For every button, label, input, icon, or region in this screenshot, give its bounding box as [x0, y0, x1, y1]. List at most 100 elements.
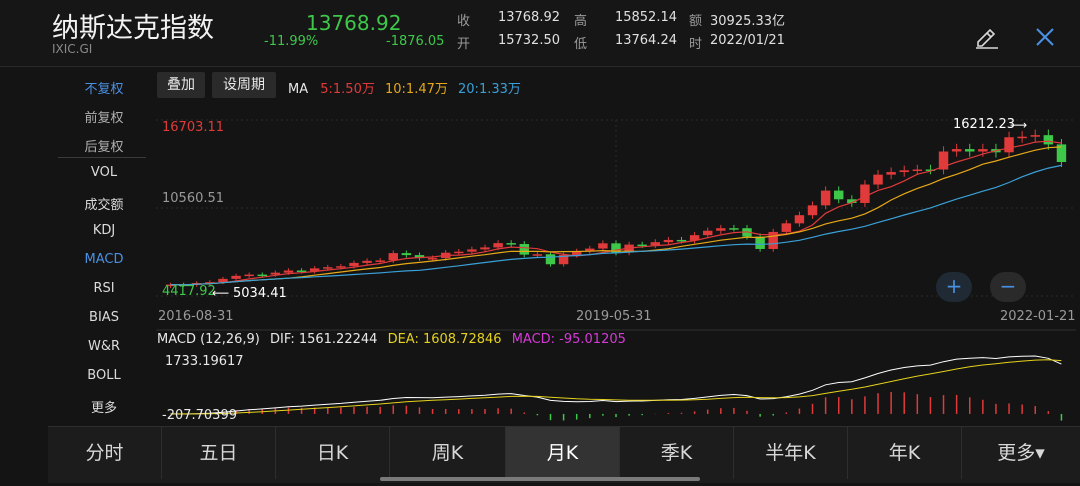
kline-chart[interactable] — [156, 108, 1076, 428]
tab-more[interactable]: 更多▾ — [962, 427, 1080, 479]
candle-body — [794, 215, 805, 224]
side-macd[interactable]: MACD — [58, 252, 150, 267]
candle-body — [1004, 137, 1014, 153]
tab-month-k[interactable]: 月K — [506, 427, 620, 479]
index-code: IXIC.GI — [52, 42, 93, 56]
candle-body — [493, 243, 503, 248]
change-percent: -11.99% — [264, 34, 319, 49]
candle-body — [401, 253, 412, 256]
macd-min-label: -207.70399 — [162, 408, 237, 423]
candlesticks — [165, 129, 1067, 288]
candle-body — [807, 205, 818, 216]
overlay-button[interactable]: 叠加 — [157, 72, 205, 98]
candle-body — [257, 274, 267, 277]
side-bias[interactable]: BIAS — [58, 310, 150, 325]
dif-line — [170, 355, 1062, 415]
candle-body — [323, 267, 333, 269]
candle-body — [480, 247, 490, 250]
period-tab-bar: 分时 五日 日K 周K 月K 季K 半年K 年K 更多▾ — [48, 426, 1080, 483]
stat-time-label: 时 — [689, 37, 703, 52]
x-label-start: 2016-08-31 — [158, 309, 234, 324]
ma-label: MA — [288, 82, 309, 97]
candle-body — [965, 149, 975, 152]
candle-body — [873, 174, 883, 185]
candle-body — [231, 275, 241, 279]
chart-grid — [156, 119, 1076, 331]
ma5-value: 5:1.50万 — [320, 82, 375, 97]
side-more[interactable]: 更多 — [58, 397, 150, 416]
candle-body — [637, 244, 647, 247]
tab-year-k[interactable]: 年K — [848, 427, 962, 479]
macd-dea: DEA: 1608.72846 — [387, 332, 502, 347]
side-turnover[interactable]: 成交额 — [58, 194, 150, 213]
candle-body — [781, 223, 792, 232]
ma10-value: 10:1.47万 — [385, 82, 448, 97]
side-no-adjust[interactable]: 不复权 — [58, 78, 150, 97]
ma-legend: MA 5:1.50万 10:1.47万 20:1.33万 — [288, 78, 521, 97]
candle-body — [467, 249, 477, 252]
current-price: 13768.92 — [306, 11, 402, 35]
stat-open-value: 15732.50 — [497, 33, 560, 48]
macd-title: MACD (12,26,9) — [157, 332, 260, 347]
side-backward-adjust[interactable]: 后复权 — [58, 136, 150, 155]
tab-week-k[interactable]: 周K — [390, 427, 506, 479]
home-indicator — [380, 477, 700, 481]
side-rsi[interactable]: RSI — [58, 281, 150, 296]
candle-body — [296, 270, 307, 272]
change-value: -1876.05 — [386, 34, 445, 49]
stat-time-value: 2022/01/21 — [710, 33, 785, 48]
candle-body — [598, 243, 608, 249]
side-boll[interactable]: BOLL — [58, 368, 150, 383]
y-mid-label: 10560.51 — [162, 191, 225, 206]
side-divider — [58, 157, 146, 158]
low-arrow-icon: ⟵ — [212, 286, 230, 300]
candle-body — [676, 239, 687, 242]
candle-body — [1030, 135, 1040, 137]
macd-value: MACD: -95.01205 — [511, 332, 626, 347]
side-forward-adjust[interactable]: 前复权 — [58, 107, 150, 126]
tab-timeshare[interactable]: 分时 — [48, 427, 162, 479]
tab-five-day[interactable]: 五日 — [162, 427, 276, 479]
candle-body — [820, 190, 831, 206]
y-max-label: 16703.11 — [162, 120, 225, 135]
side-vol[interactable]: VOL — [58, 165, 150, 180]
stat-amount-label: 额 — [689, 14, 703, 29]
candle-body — [729, 228, 739, 230]
candle-body — [860, 184, 870, 203]
tab-day-k[interactable]: 日K — [276, 427, 390, 479]
candle-body — [702, 230, 713, 236]
set-period-button[interactable]: 设周期 — [212, 72, 276, 98]
stat-high-value: 15852.14 — [614, 10, 677, 25]
side-wr[interactable]: W&R — [58, 339, 150, 354]
candle-body — [899, 170, 909, 173]
zoom-out-button[interactable]: − — [990, 272, 1026, 302]
stat-amount-value: 30925.33亿 — [710, 14, 786, 29]
candle-body — [716, 228, 726, 231]
stat-close-value: 13768.92 — [497, 10, 560, 25]
candle-body — [375, 260, 385, 262]
high-arrow-icon: ⟶ — [1010, 118, 1028, 132]
candle-body — [506, 243, 516, 245]
tab-half-year-k[interactable]: 半年K — [734, 427, 848, 479]
candle-body — [755, 236, 765, 249]
y-min-label: 4417.92 — [162, 284, 216, 299]
close-icon[interactable] — [1032, 24, 1058, 50]
candle-body — [912, 169, 923, 172]
zoom-in-button[interactable]: + — [936, 272, 972, 302]
low-annotation: 5034.41 — [233, 286, 287, 301]
macd-max-label: 1733.19617 — [165, 354, 244, 369]
candle-body — [427, 258, 438, 260]
ma20-value: 20:1.33万 — [458, 82, 521, 97]
candle-body — [244, 274, 254, 277]
candle-body — [532, 254, 543, 256]
macd-dif: DIF: 1561.22244 — [270, 332, 378, 347]
candle-body — [1017, 136, 1027, 139]
moving-average-lines — [170, 140, 1062, 286]
side-kdj[interactable]: KDJ — [58, 223, 150, 238]
candle-body — [388, 253, 398, 261]
macd-legend: MACD (12,26,9) DIF: 1561.22244 DEA: 1608… — [157, 332, 626, 347]
candle-body — [545, 254, 556, 265]
ma5-line — [170, 140, 1062, 286]
edit-icon[interactable] — [972, 22, 1000, 50]
tab-quarter-k[interactable]: 季K — [620, 427, 734, 479]
